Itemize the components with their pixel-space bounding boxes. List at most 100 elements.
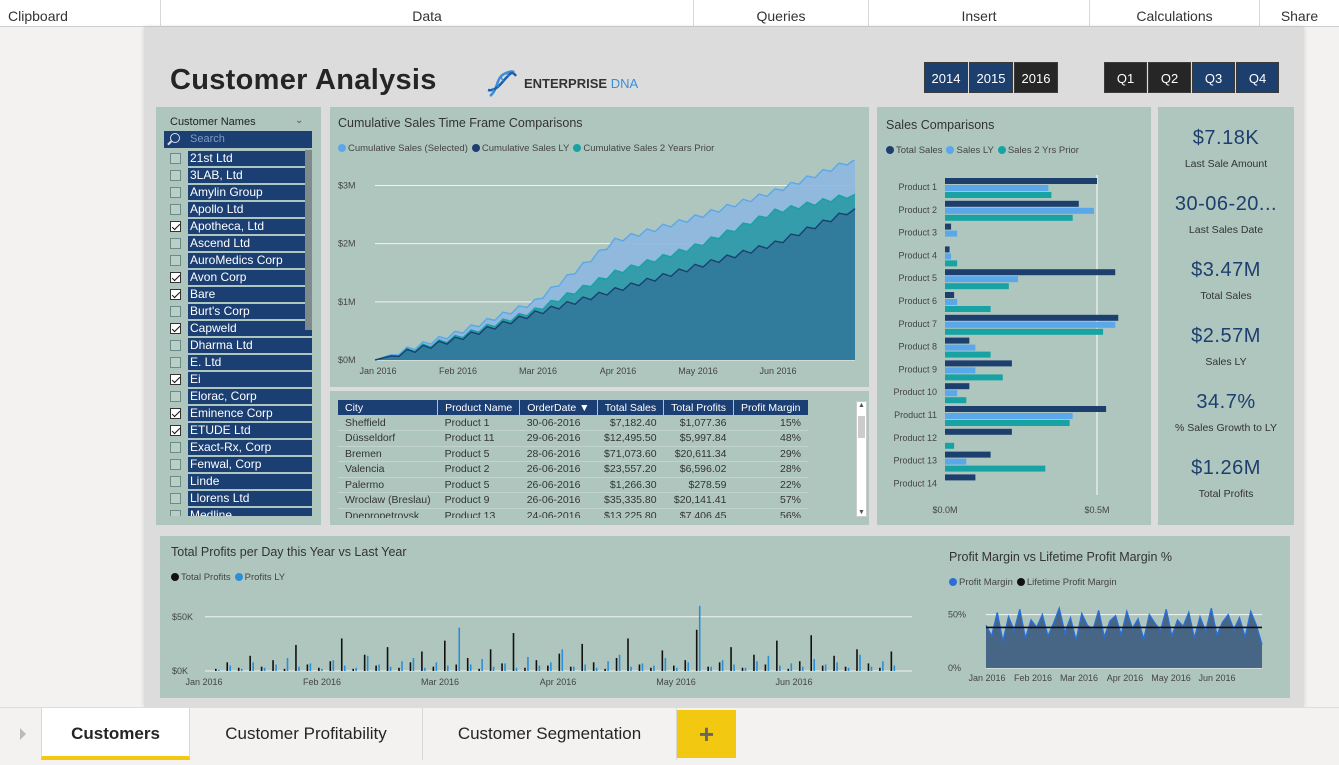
- chevron-down-icon[interactable]: ⌄: [295, 115, 303, 126]
- quarter-Q4-button[interactable]: Q4: [1236, 62, 1279, 93]
- customer-list[interactable]: 21st Ltd 3LAB, Ltd Amylin Group Apollo Ltd A…: [164, 150, 314, 516]
- column-header[interactable]: Total Profits: [663, 400, 734, 415]
- column-header[interactable]: Profit Margin: [733, 400, 809, 415]
- customer-item[interactable]: Exact-Rx, Corp: [164, 439, 314, 456]
- checkbox[interactable]: [170, 272, 181, 283]
- ribbon-group-share[interactable]: Share: [1260, 0, 1339, 27]
- customer-item[interactable]: Ascend Ltd: [164, 235, 314, 252]
- checkbox[interactable]: [170, 357, 181, 368]
- ribbon-group-clipboard[interactable]: Clipboard: [0, 0, 161, 27]
- customer-item[interactable]: Eminence Corp: [164, 405, 314, 422]
- column-header[interactable]: OrderDate ▼: [519, 400, 598, 415]
- customer-item[interactable]: ETUDE Ltd: [164, 422, 314, 439]
- customer-item[interactable]: Ei: [164, 371, 314, 388]
- checkbox[interactable]: [170, 323, 181, 334]
- ribbon-group-insert[interactable]: Insert: [869, 0, 1090, 27]
- customer-list-scrollbar[interactable]: [305, 150, 312, 330]
- table-row[interactable]: Sheffield Product 1 30-06-2016 $7,182.40 $1,…: [338, 415, 808, 431]
- checkbox[interactable]: [170, 153, 181, 164]
- checkbox[interactable]: [170, 204, 181, 215]
- ribbon-group-data[interactable]: Data: [161, 0, 694, 27]
- year-2014-button[interactable]: 2014: [924, 62, 968, 93]
- customer-item[interactable]: 21st Ltd: [164, 150, 314, 167]
- checkbox[interactable]: [170, 221, 181, 232]
- customer-item[interactable]: Dharma Ltd: [164, 337, 314, 354]
- customer-item[interactable]: Capweld: [164, 320, 314, 337]
- checkbox[interactable]: [170, 340, 181, 351]
- table-row[interactable]: Wroclaw (Breslau) Product 9 26-06-2016 $35,…: [338, 492, 808, 509]
- ribbon-group-calculations[interactable]: Calculations: [1090, 0, 1260, 27]
- sales-comparisons-title: Sales Comparisons: [886, 118, 995, 132]
- checkbox[interactable]: [170, 510, 181, 516]
- bar-total-profits: [764, 664, 767, 671]
- bar-profits-ly: [584, 664, 586, 671]
- tab-scroll-left-icon[interactable]: [20, 728, 26, 740]
- column-header[interactable]: City: [338, 400, 439, 415]
- customer-item[interactable]: Llorens Ltd: [164, 490, 314, 507]
- customer-item[interactable]: Medline: [164, 507, 314, 516]
- checkbox[interactable]: [170, 238, 181, 249]
- scroll-down-icon[interactable]: ▼: [858, 509, 865, 516]
- column-header[interactable]: Product Name: [437, 400, 521, 415]
- table-scrollbar-thumb[interactable]: [858, 416, 865, 438]
- table-row[interactable]: Palermo Product 5 26-06-2016 $1,266.30 $278.…: [338, 477, 808, 493]
- scroll-up-icon[interactable]: ▲: [858, 402, 865, 409]
- orders-table-container[interactable]: City Product Name OrderDate ▼ Total Sales To…: [338, 400, 860, 518]
- customer-item[interactable]: AuroMedics Corp: [164, 252, 314, 269]
- customer-item[interactable]: Avon Corp: [164, 269, 314, 286]
- customer-item[interactable]: Linde: [164, 473, 314, 490]
- add-page-button[interactable]: +: [677, 710, 736, 758]
- table-cell: $12,495.50: [597, 430, 664, 447]
- bar-total-profits: [512, 633, 515, 671]
- bar-total-profits: [455, 664, 458, 671]
- bar-profits-ly: [630, 666, 632, 671]
- customer-item[interactable]: E. Ltd: [164, 354, 314, 371]
- checkbox[interactable]: [170, 374, 181, 385]
- checkbox[interactable]: [170, 306, 181, 317]
- quarter-Q1-button[interactable]: Q1: [1104, 62, 1147, 93]
- bar-profits-ly: [882, 661, 884, 671]
- profit-margin-chart[interactable]: 50% 0% Jan 2016 Feb 2016 Mar 2016 Apr 2016 May…: [940, 596, 1285, 694]
- table-row[interactable]: Bremen Product 5 28-06-2016 $71,073.60 $20,6…: [338, 446, 808, 462]
- sales-comparisons-chart[interactable]: Product 1 Product 2 Product 3 Product 4 Prod…: [877, 170, 1151, 520]
- customer-item[interactable]: Apollo Ltd: [164, 201, 314, 218]
- bar-total-profits: [489, 649, 492, 671]
- checkbox[interactable]: [170, 493, 181, 504]
- checkbox[interactable]: [170, 442, 181, 453]
- quarter-Q2-button[interactable]: Q2: [1148, 62, 1191, 93]
- table-row[interactable]: Valencia Product 2 26-06-2016 $23,557.20 $6,…: [338, 461, 808, 478]
- legend-dot: [886, 146, 894, 154]
- tab-customer-profitability[interactable]: Customer Profitability: [190, 708, 423, 760]
- checkbox[interactable]: [170, 391, 181, 402]
- checkbox[interactable]: [170, 459, 181, 470]
- tab-customers[interactable]: Customers: [41, 708, 190, 760]
- customer-search-input[interactable]: Search: [164, 131, 312, 148]
- tab-customer-segmentation[interactable]: Customer Segmentation: [423, 708, 677, 760]
- checkbox[interactable]: [170, 476, 181, 487]
- ribbon-group-queries[interactable]: Queries: [694, 0, 869, 27]
- cumulative-sales-chart[interactable]: $3M $2M $1M $0MJan 2016 Feb 2016 Mar 2016 Apr …: [330, 160, 869, 385]
- checkbox[interactable]: [170, 289, 181, 300]
- checkbox[interactable]: [170, 170, 181, 181]
- year-2015-button[interactable]: 2015: [969, 62, 1013, 93]
- quarter-Q3-button[interactable]: Q3: [1192, 62, 1235, 93]
- year-2016-button[interactable]: 2016: [1014, 62, 1058, 93]
- table-scrollbar[interactable]: ▲ ▼: [856, 401, 867, 517]
- table-cell: Sheffield: [338, 415, 438, 431]
- checkbox[interactable]: [170, 255, 181, 266]
- customer-item[interactable]: Fenwal, Corp: [164, 456, 314, 473]
- customer-item[interactable]: 3LAB, Ltd: [164, 167, 314, 184]
- checkbox[interactable]: [170, 187, 181, 198]
- table-row[interactable]: Düsseldorf Product 11 29-06-2016 $12,495.50…: [338, 430, 808, 447]
- customer-item[interactable]: Apotheca, Ltd: [164, 218, 314, 235]
- customer-item[interactable]: Burt's Corp: [164, 303, 314, 320]
- customer-item[interactable]: Elorac, Corp: [164, 388, 314, 405]
- checkbox[interactable]: [170, 425, 181, 436]
- table-row[interactable]: Dnepropetrovsk Product 13 24-06-2016 $13,22…: [338, 508, 808, 518]
- column-header[interactable]: Total Sales: [597, 400, 665, 415]
- checkbox[interactable]: [170, 408, 181, 419]
- customer-item[interactable]: Amylin Group: [164, 184, 314, 201]
- profits-per-day-chart[interactable]: $50K $0KJan 2016 Feb 2016 Mar 2016 Apr 2016 M…: [160, 595, 920, 695]
- table-cell: $1,266.30: [597, 477, 664, 493]
- customer-item[interactable]: Bare: [164, 286, 314, 303]
